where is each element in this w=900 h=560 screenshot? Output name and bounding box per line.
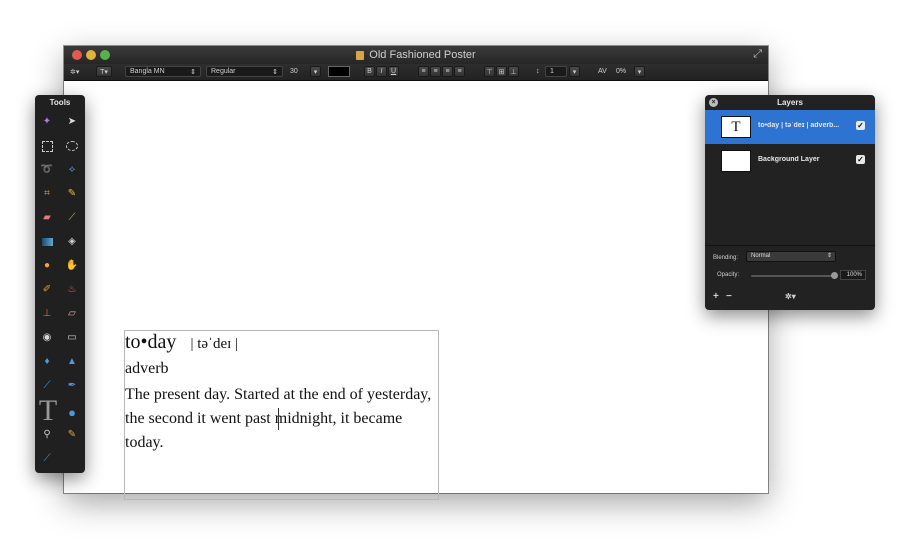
blending-label: Blending:: [713, 255, 739, 261]
pencil-icon[interactable]: ⟋: [65, 211, 79, 225]
layer-options-button[interactable]: ✲▾: [785, 292, 796, 301]
align-left-button[interactable]: ≡: [418, 66, 429, 77]
paint-bucket-icon[interactable]: ◈: [65, 235, 79, 249]
layer-row[interactable]: T to•day | təˈdeɪ | adverb... ✓: [705, 110, 875, 144]
tracking-stepper[interactable]: ▾: [634, 66, 645, 77]
title-bar[interactable]: Old Fashioned Poster ⤢: [64, 46, 768, 65]
line-tool-icon[interactable]: ⟋: [40, 452, 54, 466]
opacity-field[interactable]: 100%: [840, 270, 866, 280]
headword: to•day: [125, 331, 177, 353]
font-family-select[interactable]: Bangla MN ⇕: [125, 66, 201, 77]
burn-icon[interactable]: ♨: [65, 283, 79, 297]
tools-title: Tools: [49, 98, 71, 107]
type-tool-icon[interactable]: T: [37, 396, 59, 426]
text-color-well[interactable]: [328, 66, 350, 77]
brush-icon[interactable]: ✐: [40, 283, 54, 297]
font-family-value: Bangla MN: [130, 68, 165, 75]
visibility-checkbox[interactable]: ✓: [856, 155, 865, 164]
valign-top-button[interactable]: ⊤: [484, 66, 495, 77]
format-toolbar: ✲▾ T▾ Bangla MN ⇕ Regular ⇕ 30 ▾ B I U ≡…: [64, 64, 768, 81]
title-wrap: Old Fashioned Poster: [64, 46, 768, 64]
blur-icon[interactable]: ▭: [65, 331, 79, 345]
underline-button[interactable]: U: [388, 66, 399, 77]
layer-thumbnail: [721, 150, 751, 172]
magic-wand-icon[interactable]: ✦: [40, 115, 54, 129]
text-tool-button[interactable]: T▾: [96, 66, 112, 77]
layers-panel: × Layers T to•day | təˈdeɪ | adverb... ✓…: [705, 95, 875, 310]
layer-name: Background Layer: [758, 156, 820, 163]
line-spacing-stepper[interactable]: ▾: [569, 66, 580, 77]
document-icon: [356, 50, 365, 60]
crop-icon[interactable]: ⌗: [40, 187, 54, 201]
gradient-icon[interactable]: [40, 235, 54, 249]
valign-bottom-button[interactable]: ⊥: [508, 66, 519, 77]
rect-select-icon[interactable]: [40, 139, 54, 153]
font-size-stepper[interactable]: ▾: [310, 66, 321, 77]
ellipse-select-icon[interactable]: [65, 139, 79, 153]
polygon-lasso-icon[interactable]: ⟡: [65, 163, 79, 177]
tracking-field[interactable]: 0%: [616, 66, 632, 77]
part-of-speech: adverb: [125, 360, 169, 377]
visibility-checkbox[interactable]: ✓: [856, 121, 865, 130]
layer-row[interactable]: Background Layer ✓: [705, 144, 875, 178]
lasso-icon[interactable]: ➰: [40, 163, 54, 177]
headword-line: to•day | təˈdeɪ |: [125, 331, 238, 354]
layers-divider: [705, 245, 875, 246]
zoom-icon[interactable]: ⚲: [40, 428, 54, 442]
font-size-field[interactable]: 30: [290, 66, 308, 77]
add-layer-button[interactable]: +: [713, 291, 719, 302]
window-title: Old Fashioned Poster: [369, 49, 476, 61]
gear-menu-button[interactable]: ✲▾: [70, 66, 79, 77]
tracking-label: AV: [598, 68, 607, 75]
font-style-select[interactable]: Regular ⇕: [206, 66, 283, 77]
sharpen-icon[interactable]: ♦: [40, 355, 54, 369]
fullscreen-icon[interactable]: ⤢: [753, 48, 762, 61]
definition: The present day. Started at the end of y…: [125, 386, 432, 451]
opacity-slider[interactable]: [751, 275, 834, 277]
layer-thumbnail: T: [721, 116, 751, 138]
eyedropper-icon[interactable]: ✎: [65, 428, 79, 442]
bold-button[interactable]: B: [364, 66, 375, 77]
vector-pen-icon[interactable]: ✒: [65, 379, 79, 393]
layer-name: to•day | təˈdeɪ | adverb...: [758, 122, 840, 129]
blending-value: Normal: [751, 253, 771, 259]
color-picker-icon[interactable]: ✎: [65, 187, 79, 201]
align-justify-button[interactable]: ≡: [454, 66, 465, 77]
chevron-updown-icon: ⇕: [272, 68, 278, 76]
valign-middle-button[interactable]: ⊞: [496, 66, 507, 77]
red-eye-icon[interactable]: ◉: [40, 331, 54, 345]
align-center-button[interactable]: ≡: [430, 66, 441, 77]
layers-title: Layers: [777, 98, 803, 107]
tools-palette: Tools ✦ ➤ ➰ ⟡ ⌗ ✎ ▰ ⟋ ◈ ● ✋ ✐ ♨ ⊥ ▱ ◉ ▭ …: [35, 95, 85, 473]
opacity-label: Opacity:: [717, 272, 740, 278]
italic-button[interactable]: I: [376, 66, 387, 77]
document-window: Old Fashioned Poster ⤢ ✲▾ T▾ Bangla MN ⇕…: [64, 46, 768, 500]
layers-footer: + − ✲▾: [705, 291, 875, 307]
canvas[interactable]: to•day | təˈdeɪ | adverb The present day…: [64, 81, 768, 500]
line-spacing-icon: ↕: [536, 68, 540, 75]
opacity-slider-knob[interactable]: [831, 272, 838, 279]
pen-icon[interactable]: ⟋: [40, 379, 54, 393]
remove-layer-button[interactable]: −: [726, 291, 732, 302]
font-style-value: Regular: [211, 68, 236, 75]
text-layer-box[interactable]: to•day | təˈdeɪ | adverb The present day…: [124, 330, 439, 500]
layers-titlebar: × Layers: [705, 95, 875, 109]
pronunciation: | təˈdeɪ |: [190, 336, 239, 352]
stamp-icon[interactable]: ⊥: [40, 307, 54, 321]
move-selection-icon[interactable]: ➤: [65, 115, 79, 129]
chevron-updown-icon: ⇕: [826, 253, 832, 259]
smudge-icon[interactable]: ●: [40, 259, 54, 273]
line-spacing-field[interactable]: 1: [545, 66, 567, 77]
clone-icon[interactable]: ✋: [65, 259, 79, 273]
chevron-updown-icon: ⇕: [190, 68, 196, 76]
blending-select[interactable]: Normal ⇕: [746, 251, 836, 262]
bandage-icon[interactable]: ▱: [65, 307, 79, 321]
align-right-button[interactable]: ≡: [442, 66, 453, 77]
text-cursor: [278, 408, 279, 430]
shape-tool-icon[interactable]: ●: [65, 405, 79, 419]
eraser-icon[interactable]: ▰: [40, 211, 54, 225]
dodge-icon[interactable]: ▲: [65, 355, 79, 369]
